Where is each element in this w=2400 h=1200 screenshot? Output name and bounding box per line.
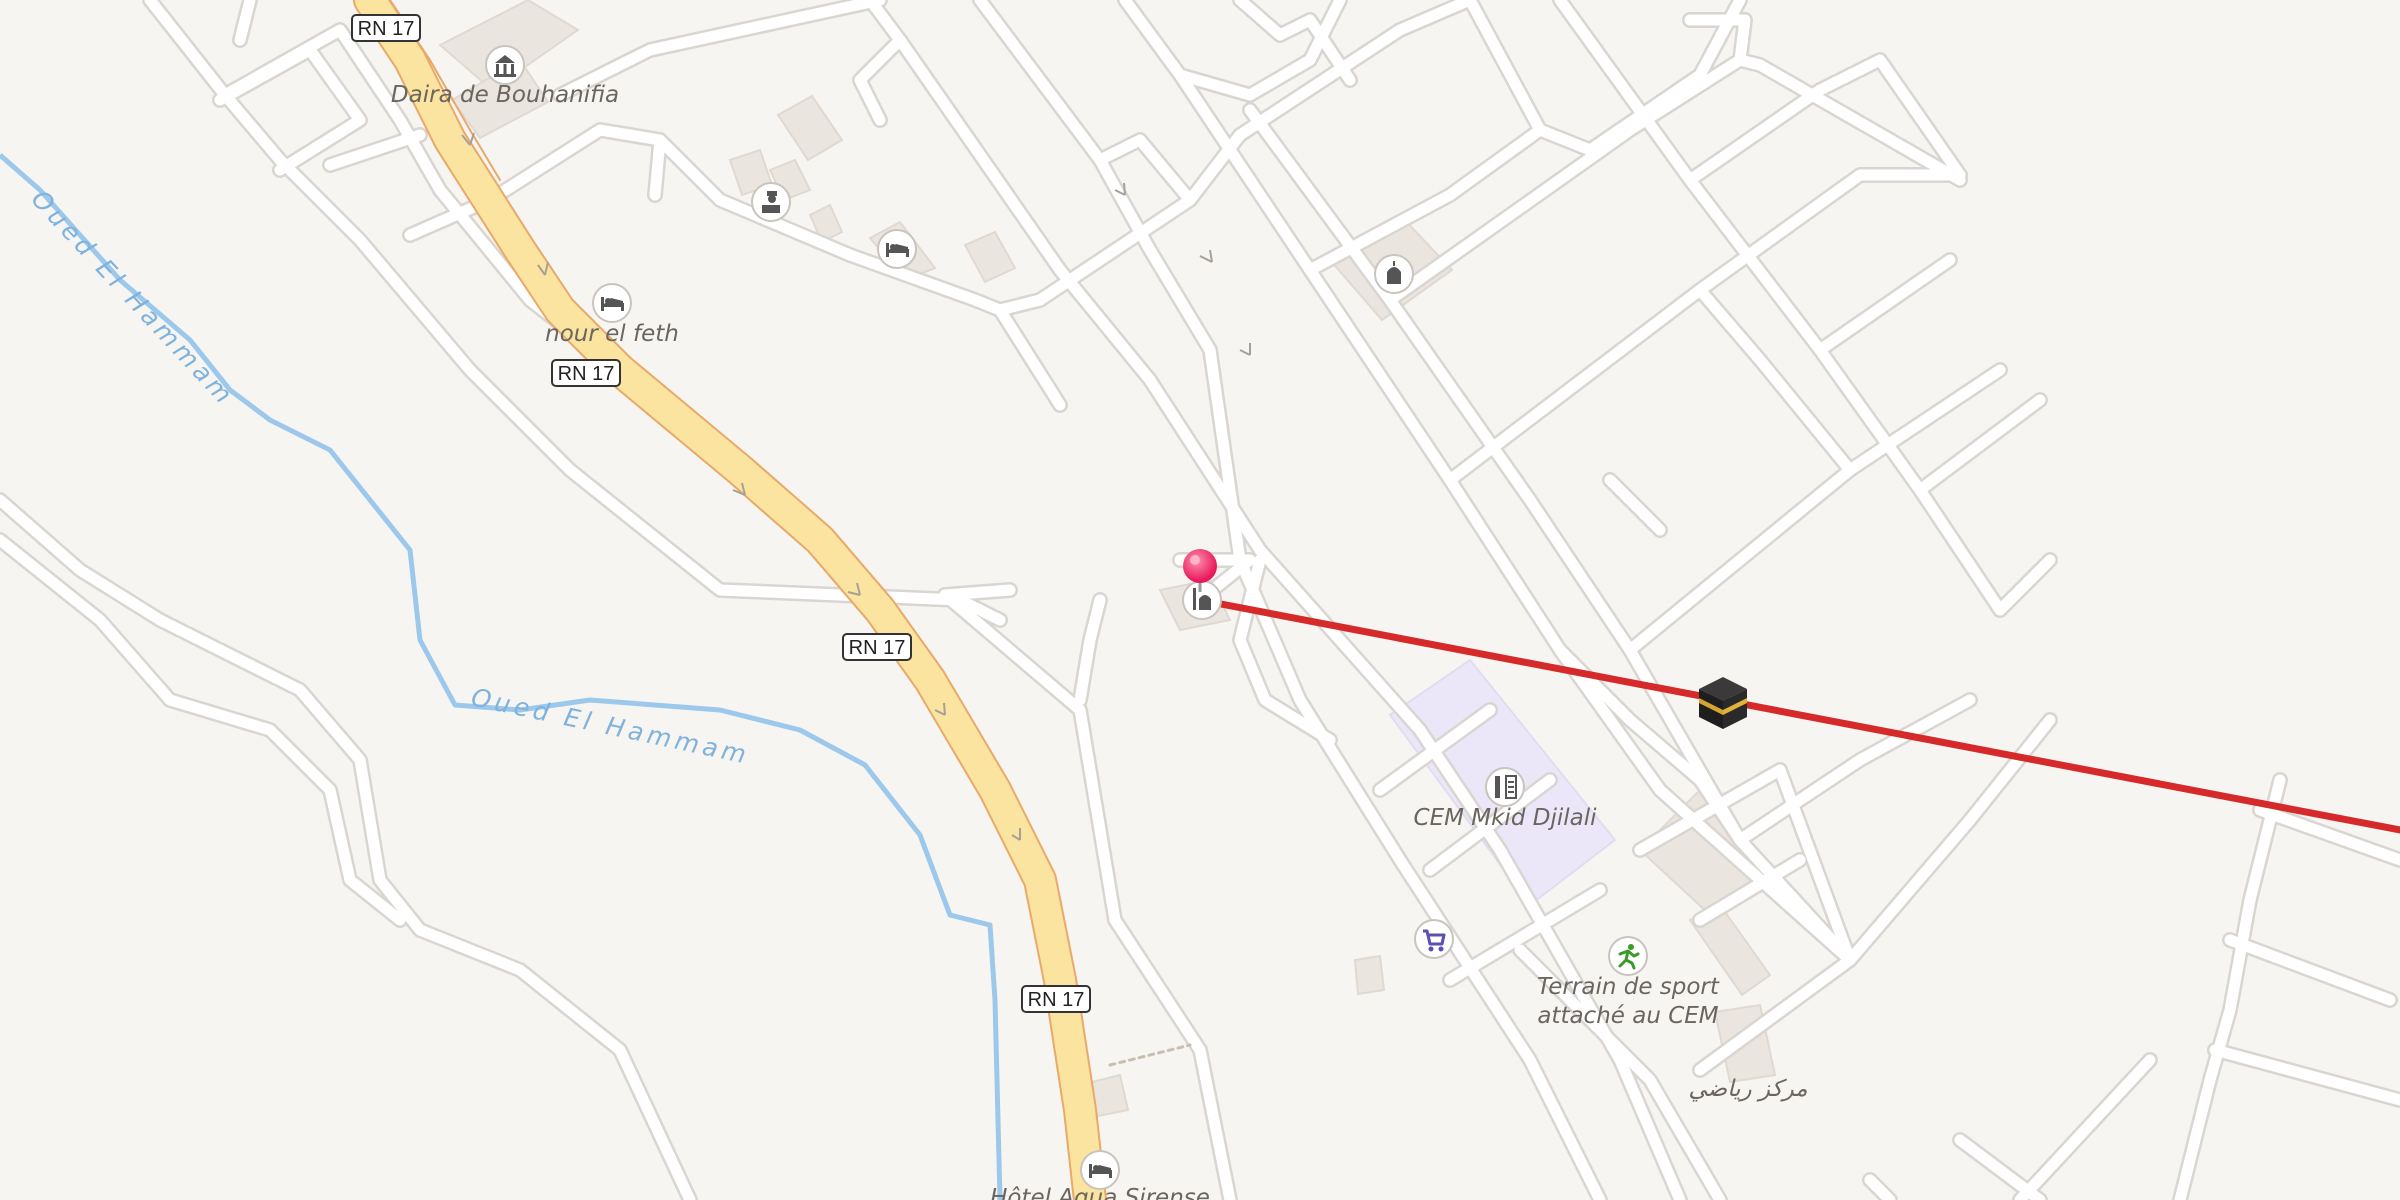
hotel-icon[interactable] xyxy=(1080,1150,1120,1190)
svg-text:RN 17: RN 17 xyxy=(558,363,615,385)
mosque-icon[interactable] xyxy=(1182,580,1222,620)
hotel-icon[interactable] xyxy=(877,229,917,269)
svg-text:RN 17: RN 17 xyxy=(358,18,415,40)
place-of-worship-icon[interactable] xyxy=(1374,254,1414,294)
sports-center-icon[interactable] xyxy=(1608,936,1648,976)
road-shield: RN 17 xyxy=(351,14,421,42)
hotel-icon[interactable] xyxy=(592,283,632,323)
label-terrain-line1: Terrain de sport xyxy=(1537,974,1720,1000)
label-hotel: Hôtel Aqua Sirense xyxy=(990,1185,1210,1200)
map-canvas[interactable]: Oued El Hammam Oued El Hammam RN 17 RN 1… xyxy=(0,0,2400,1200)
svg-text:RN 17: RN 17 xyxy=(1028,989,1085,1011)
label-nour: nour el feth xyxy=(545,321,679,347)
school-icon[interactable] xyxy=(1485,767,1525,807)
supermarket-icon[interactable] xyxy=(1414,919,1454,959)
road-shield: RN 17 xyxy=(551,359,621,387)
label-arabic: مركز رياضي xyxy=(1688,1076,1807,1102)
road-shield: RN 17 xyxy=(1021,985,1091,1013)
label-daira: Daira de Bouhanifia xyxy=(391,82,619,108)
label-cem: CEM Mkid Djilali xyxy=(1414,805,1598,831)
police-icon[interactable] xyxy=(751,182,791,222)
road-shield: RN 17 xyxy=(842,633,912,661)
label-terrain-line2: attaché au CEM xyxy=(1537,1003,1718,1029)
svg-text:RN 17: RN 17 xyxy=(849,637,906,659)
town-hall-icon[interactable] xyxy=(485,45,525,85)
